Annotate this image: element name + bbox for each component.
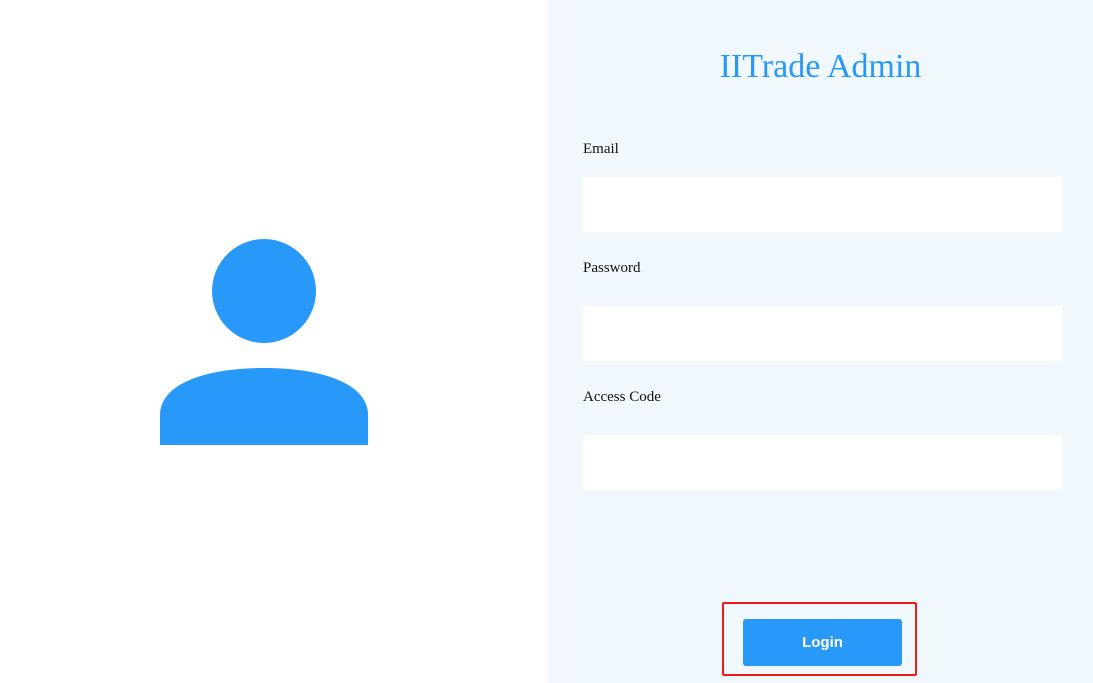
access-code-label: Access Code <box>583 389 661 405</box>
email-label: Email <box>583 141 619 157</box>
login-panel: IITrade Admin Email Password Access Code… <box>548 0 1093 683</box>
access-code-field[interactable] <box>583 435 1062 490</box>
password-field[interactable] <box>583 306 1062 361</box>
password-label: Password <box>583 260 641 276</box>
app-title: IITrade Admin <box>719 48 922 85</box>
illustration-pane <box>0 0 548 683</box>
user-icon <box>160 239 368 445</box>
email-field[interactable] <box>583 177 1062 232</box>
login-button[interactable]: Login <box>743 619 902 666</box>
